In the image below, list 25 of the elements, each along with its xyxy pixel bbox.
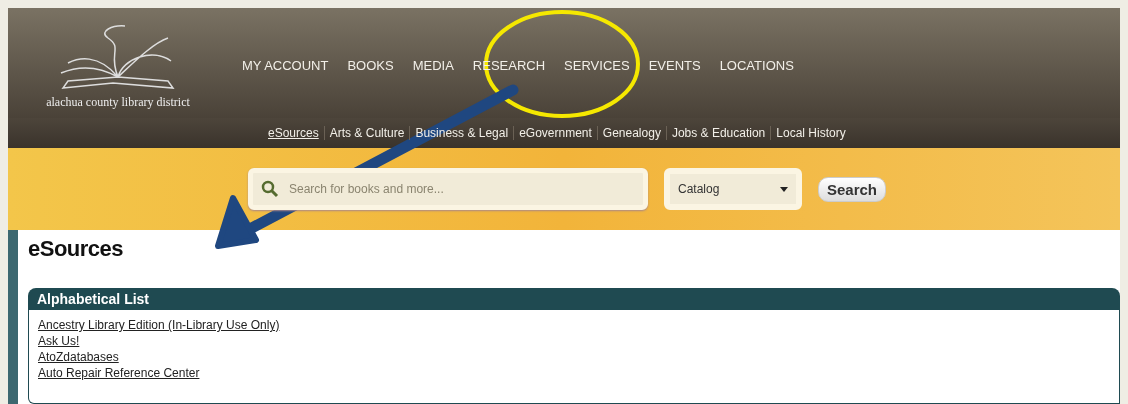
subnav-link[interactable]: Business & Legal <box>410 126 515 140</box>
resource-link[interactable]: Ancestry Library Edition (In-Library Use Only) <box>38 318 280 332</box>
nav-link[interactable]: LOCATIONS <box>719 57 794 73</box>
subnav-link[interactable]: Genealogy <box>597 126 667 140</box>
caret-icon <box>780 186 788 192</box>
resource-link[interactable]: AtoZdatabases <box>38 350 119 364</box>
subnav-link[interactable]: eGovernment <box>514 126 598 140</box>
resource-link[interactable]: Auto Repair Reference Center <box>38 366 200 380</box>
nav-link[interactable]: MEDIA <box>412 57 454 73</box>
subnav-link[interactable]: Arts & Culture <box>324 126 411 140</box>
page-title: eSources <box>28 236 125 262</box>
library-name-text: alachua county library district <box>46 94 190 110</box>
catalog-dropdown[interactable]: Catalog <box>664 168 802 210</box>
subnav-link[interactable]: Jobs & Education <box>666 126 772 140</box>
search-field[interactable]: Search for books and more... <box>248 168 648 210</box>
search-button[interactable]: Search <box>818 176 887 202</box>
nav-link[interactable]: SERVICES <box>564 57 630 73</box>
nav-link[interactable]: BOOKS <box>347 57 394 73</box>
section-header: Alphabetical List <box>28 288 1120 310</box>
resource-link[interactable]: Ask Us! <box>38 334 80 348</box>
search-icon <box>261 180 279 198</box>
subnav-link[interactable]: Local History <box>771 126 851 140</box>
nav-link[interactable]: EVENTS <box>648 57 701 73</box>
nav-link[interactable]: MY ACCOUNT <box>242 57 329 73</box>
subnav-link[interactable]: eSources <box>263 126 325 140</box>
